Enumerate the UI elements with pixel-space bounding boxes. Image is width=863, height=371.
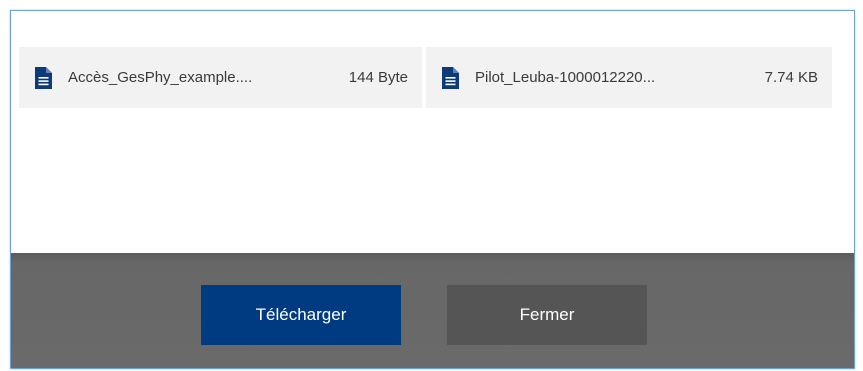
document-icon: [442, 66, 459, 89]
file-item[interactable]: Pilot_Leuba-1000012220... 7.74 KB: [426, 47, 832, 108]
file-size: 7.74 KB: [764, 69, 818, 86]
dialog-footer: Télécharger Fermer: [11, 253, 854, 368]
download-button[interactable]: Télécharger: [201, 285, 401, 345]
download-dialog: Accès_GesPhy_example.... 144 Byte Pilot_…: [10, 10, 855, 369]
document-icon: [35, 66, 52, 89]
file-size: 144 Byte: [348, 69, 408, 86]
file-name: Pilot_Leuba-1000012220...: [475, 69, 656, 86]
file-list: Accès_GesPhy_example.... 144 Byte Pilot_…: [19, 47, 832, 108]
file-name: Accès_GesPhy_example....: [68, 69, 253, 86]
file-item[interactable]: Accès_GesPhy_example.... 144 Byte: [19, 47, 422, 108]
close-button[interactable]: Fermer: [447, 285, 647, 345]
attachments-area: Accès_GesPhy_example.... 144 Byte Pilot_…: [11, 11, 854, 253]
